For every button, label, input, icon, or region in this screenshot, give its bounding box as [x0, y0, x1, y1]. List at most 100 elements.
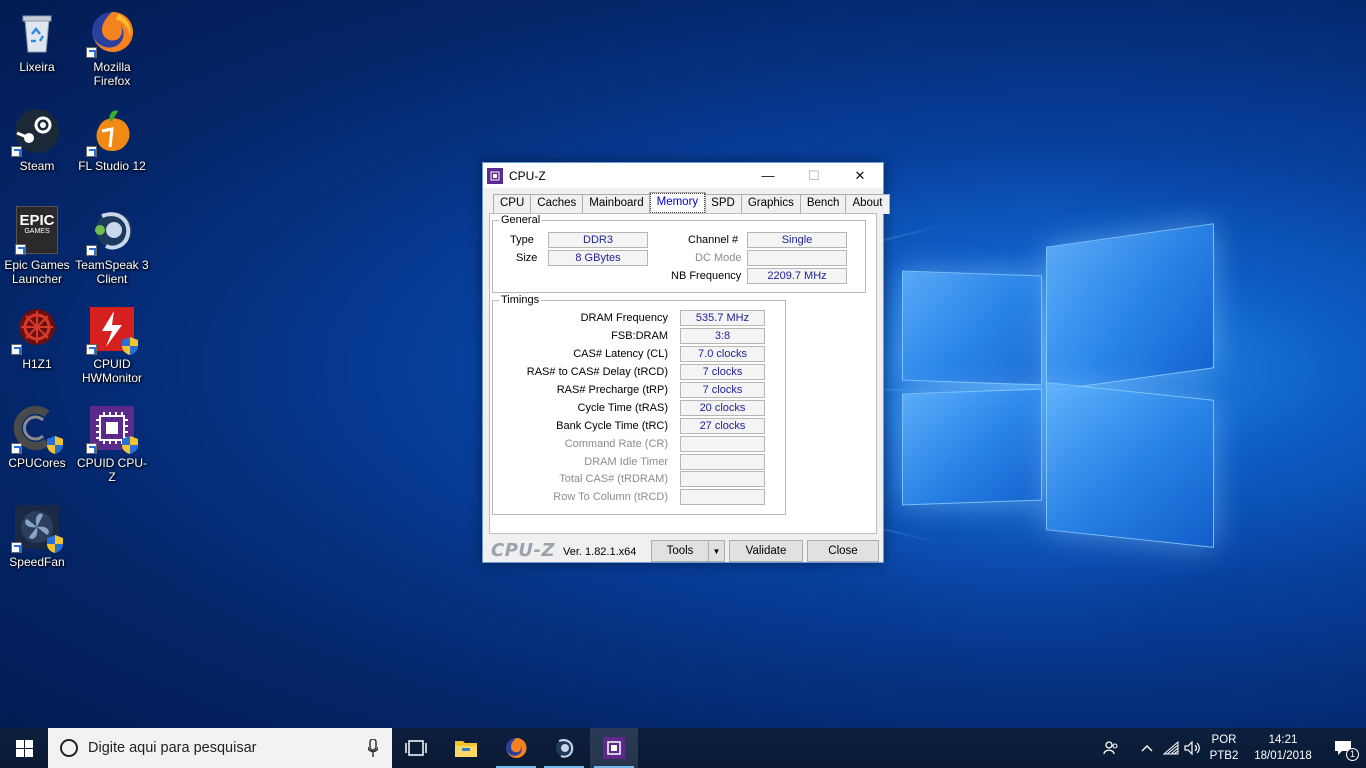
desktop-icon-label: FL Studio 12: [78, 159, 146, 173]
taskbar-firefox[interactable]: [492, 728, 540, 768]
desktop-icon-label: Mozilla Firefox: [93, 60, 131, 88]
cpu-z-brand-logo: CPU-Z: [491, 540, 556, 561]
desktop-icon-cpucores[interactable]: CPUCores: [0, 404, 75, 470]
desktop-icon-label: CPUID CPU-Z: [76, 456, 147, 484]
desktop-icon-speedfan[interactable]: SpeedFan: [0, 503, 75, 569]
desktop-icon-label: CPUID HWMonitor: [81, 357, 142, 385]
timing-label: RAS# Precharge (tRP): [556, 384, 668, 396]
uac-shield-icon: [47, 535, 63, 553]
tab-cpu[interactable]: CPU: [493, 194, 532, 214]
desktop-icon-label: Steam: [19, 159, 55, 173]
timing-value: 7 clocks: [680, 382, 765, 398]
desktop-icon-label: Lixeira: [19, 60, 55, 74]
taskbar: Digite aqui para pesquisar POR PTB2 14:2…: [0, 728, 1366, 768]
desktop-icon-cpu-z[interactable]: CPUID CPU-Z: [74, 404, 150, 484]
show-hidden-icons-button[interactable]: [1136, 728, 1158, 768]
desktop-icon-label: TeamSpeak 3 Client: [75, 258, 149, 286]
notification-count-badge: 1: [1346, 748, 1359, 761]
tab-graphics[interactable]: Graphics: [740, 194, 801, 214]
timing-value: [680, 471, 765, 487]
volume-button[interactable]: [1182, 728, 1204, 768]
timing-value: 27 clocks: [680, 418, 765, 434]
tab-bench[interactable]: Bench: [799, 194, 847, 214]
task-view-icon: [405, 740, 427, 756]
timing-label: FSB:DRAM: [611, 330, 668, 342]
start-button[interactable]: [0, 728, 48, 768]
taskbar-file-explorer[interactable]: [442, 728, 490, 768]
maximize-button[interactable]: ☐: [791, 163, 837, 188]
cpu-z-icon: [86, 404, 138, 454]
network-button[interactable]: [1160, 728, 1182, 768]
tab-about[interactable]: About: [845, 194, 890, 214]
timing-value: 7.0 clocks: [680, 346, 765, 362]
timings-legend: Timings: [501, 294, 540, 306]
desktop-icon-epic-games[interactable]: EPIC GAMES Epic Games Launcher: [0, 206, 75, 286]
shortcut-arrow-icon: [86, 47, 97, 58]
close-window-button[interactable]: ✕: [837, 163, 883, 188]
recycle-bin-icon: [13, 8, 61, 56]
window-titlebar[interactable]: CPU-Z — ☐ ✕: [483, 163, 883, 188]
memory-tab-panel: General Type DDR3 Size 8 GBytes Channel …: [489, 213, 877, 534]
teamspeak-icon: [86, 206, 136, 256]
taskbar-teamspeak[interactable]: [540, 728, 588, 768]
people-icon: [1103, 741, 1118, 755]
size-value: 8 GBytes: [548, 250, 648, 266]
action-center-button[interactable]: 1: [1320, 728, 1366, 768]
windows-wallpaper-logo: [880, 223, 1220, 555]
speaker-icon: [1184, 741, 1200, 755]
wifi-icon: [1163, 741, 1179, 755]
input-language-indicator[interactable]: POR PTB2: [1206, 732, 1242, 764]
search-placeholder: Digite aqui para pesquisar: [88, 740, 257, 756]
keyboard-layout: PTB2: [1209, 750, 1239, 762]
clock[interactable]: 14:21 18/01/2018: [1244, 732, 1322, 764]
timing-value: 7 clocks: [680, 364, 765, 380]
tools-button[interactable]: Tools: [651, 540, 709, 562]
window-footer: CPU-Z Ver. 1.82.1.x64 Tools ▼ Validate C…: [483, 537, 883, 562]
validate-button[interactable]: Validate: [729, 540, 803, 562]
desktop-icon-label: H1Z1: [22, 357, 52, 371]
tab-mainboard[interactable]: Mainboard: [582, 194, 651, 214]
desktop-icon-firefox[interactable]: Mozilla Firefox: [74, 8, 150, 88]
search-box[interactable]: Digite aqui para pesquisar: [48, 728, 392, 768]
timing-label: Total CAS# (tRDRAM): [559, 473, 668, 485]
timing-label: RAS# to CAS# Delay (tRCD): [526, 366, 668, 378]
version-label: Ver. 1.82.1.x64: [563, 546, 637, 558]
tools-dropdown-arrow-icon[interactable]: ▼: [708, 540, 725, 562]
desktop-icon-fl-studio[interactable]: FL Studio 12: [74, 107, 150, 173]
desktop-icon-teamspeak[interactable]: TeamSpeak 3 Client: [74, 206, 150, 286]
cpu-z-app-icon: [487, 167, 503, 184]
uac-shield-icon: [47, 436, 63, 454]
epic-logo-subtext: GAMES: [24, 228, 50, 235]
microphone-icon[interactable]: [368, 739, 378, 757]
desktop-icon-steam[interactable]: Steam: [0, 107, 75, 173]
people-button[interactable]: [1098, 728, 1124, 768]
clock-date: 18/01/2018: [1254, 750, 1312, 762]
tab-spd[interactable]: SPD: [704, 194, 742, 214]
fl-studio-icon: [86, 107, 136, 157]
epic-logo-text: EPIC: [19, 212, 55, 229]
desktop-icon-h1z1[interactable]: H1Z1: [0, 305, 75, 371]
task-view-button[interactable]: [392, 728, 440, 768]
close-button[interactable]: Close: [807, 540, 879, 562]
shortcut-arrow-icon: [11, 443, 22, 454]
dc-mode-value: [747, 250, 847, 266]
shortcut-arrow-icon: [86, 245, 97, 256]
firefox-icon: [86, 8, 136, 58]
minimize-button[interactable]: —: [745, 163, 791, 188]
desktop-icon-label: Epic Games Launcher: [4, 258, 70, 286]
size-label: Size: [516, 252, 538, 264]
windows-start-icon: [15, 739, 33, 757]
cpucores-icon: [11, 404, 63, 454]
type-value: DDR3: [548, 232, 648, 248]
h1z1-icon: [11, 305, 61, 355]
desktop-icon-hwmonitor[interactable]: CPUID HWMonitor: [74, 305, 150, 385]
timing-value: 535.7 MHz: [680, 310, 765, 326]
epic-games-icon: EPIC GAMES: [15, 206, 58, 255]
tab-caches[interactable]: Caches: [530, 194, 584, 214]
tab-memory[interactable]: Memory: [648, 192, 707, 214]
desktop-icon-recycle-bin[interactable]: Lixeira: [0, 8, 75, 74]
taskbar-cpu-z[interactable]: [590, 728, 638, 768]
cortana-icon: [60, 739, 78, 757]
cpu-z-taskbar-icon: [603, 737, 625, 759]
cpu-z-window: CPU-Z — ☐ ✕ CPU Caches Mainboard Memory …: [482, 162, 890, 563]
